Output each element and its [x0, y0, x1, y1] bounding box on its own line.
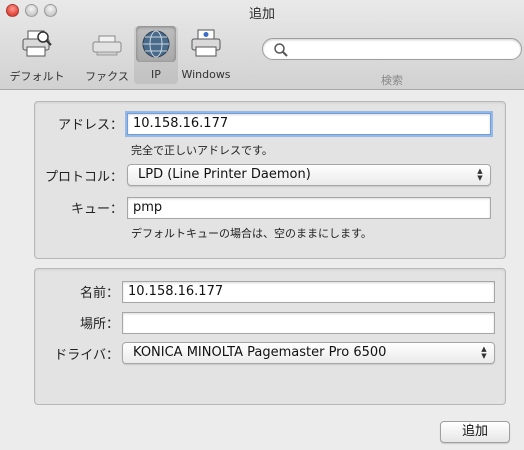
location-field[interactable]	[122, 312, 495, 334]
printer-info-panel: 名前： 10.158.16.177 場所： ドライバ： KONICA MINOL…	[34, 268, 506, 405]
name-field[interactable]: 10.158.16.177	[122, 281, 495, 303]
driver-label: ドライバ：	[54, 348, 119, 363]
magnifier-icon	[274, 43, 288, 57]
toolbar-ip-label: IP	[151, 68, 161, 81]
address-label: アドレス：	[57, 118, 123, 133]
toolbar-windows-label: Windows	[181, 68, 231, 81]
toolbar-default-button[interactable]: デフォルト	[6, 26, 68, 84]
location-label: 場所：	[79, 317, 119, 332]
driver-value: KONICA MINOLTA Pagemaster Pro 6500	[133, 345, 387, 360]
toolbar-default-label: デフォルト	[9, 70, 65, 83]
select-arrows-icon: ▲ ▼	[481, 345, 487, 360]
address-field[interactable]: 10.158.16.177	[127, 113, 491, 135]
toolbar-ip-button[interactable]: IP	[134, 26, 178, 84]
toolbar-fax-button[interactable]: ファクス	[80, 26, 134, 84]
protocol-value: LPD (Line Printer Daemon)	[138, 167, 311, 182]
protocol-select[interactable]: LPD (Line Printer Daemon) ▲ ▼	[127, 164, 491, 186]
address-hint: 完全で正しいアドレスです。	[131, 144, 273, 157]
search-input[interactable]	[262, 38, 522, 60]
driver-select[interactable]: KONICA MINOLTA Pagemaster Pro 6500 ▲ ▼	[122, 342, 495, 364]
window-title: 追加	[248, 7, 275, 22]
add-printer-window: 追加 デフォルト ファクス IP Windows 検索 アドレス： 10.158…	[0, 0, 524, 450]
windows-printer-icon	[186, 26, 226, 62]
printer-default-icon	[17, 26, 57, 62]
toolbar-fax-label: ファクス	[85, 70, 129, 83]
toolbar: 追加 デフォルト ファクス IP Windows 検索	[0, 0, 524, 90]
search-label: 検索	[381, 74, 403, 87]
select-arrows-icon: ▲ ▼	[477, 167, 483, 182]
add-button[interactable]: 追加	[440, 421, 510, 443]
fax-icon	[87, 26, 127, 62]
name-label: 名前：	[79, 286, 119, 301]
protocol-label: プロトコル：	[44, 170, 123, 185]
toolbar-windows-button[interactable]: Windows	[180, 26, 232, 84]
globe-icon	[136, 26, 176, 62]
ip-settings-panel: アドレス： 10.158.16.177 完全で正しいアドレスです。 プロトコル：…	[34, 101, 506, 259]
queue-field[interactable]: pmp	[127, 197, 491, 219]
queue-label: キュー：	[70, 202, 123, 217]
queue-hint: デフォルトキューの場合は、空のままにします。	[131, 227, 372, 240]
